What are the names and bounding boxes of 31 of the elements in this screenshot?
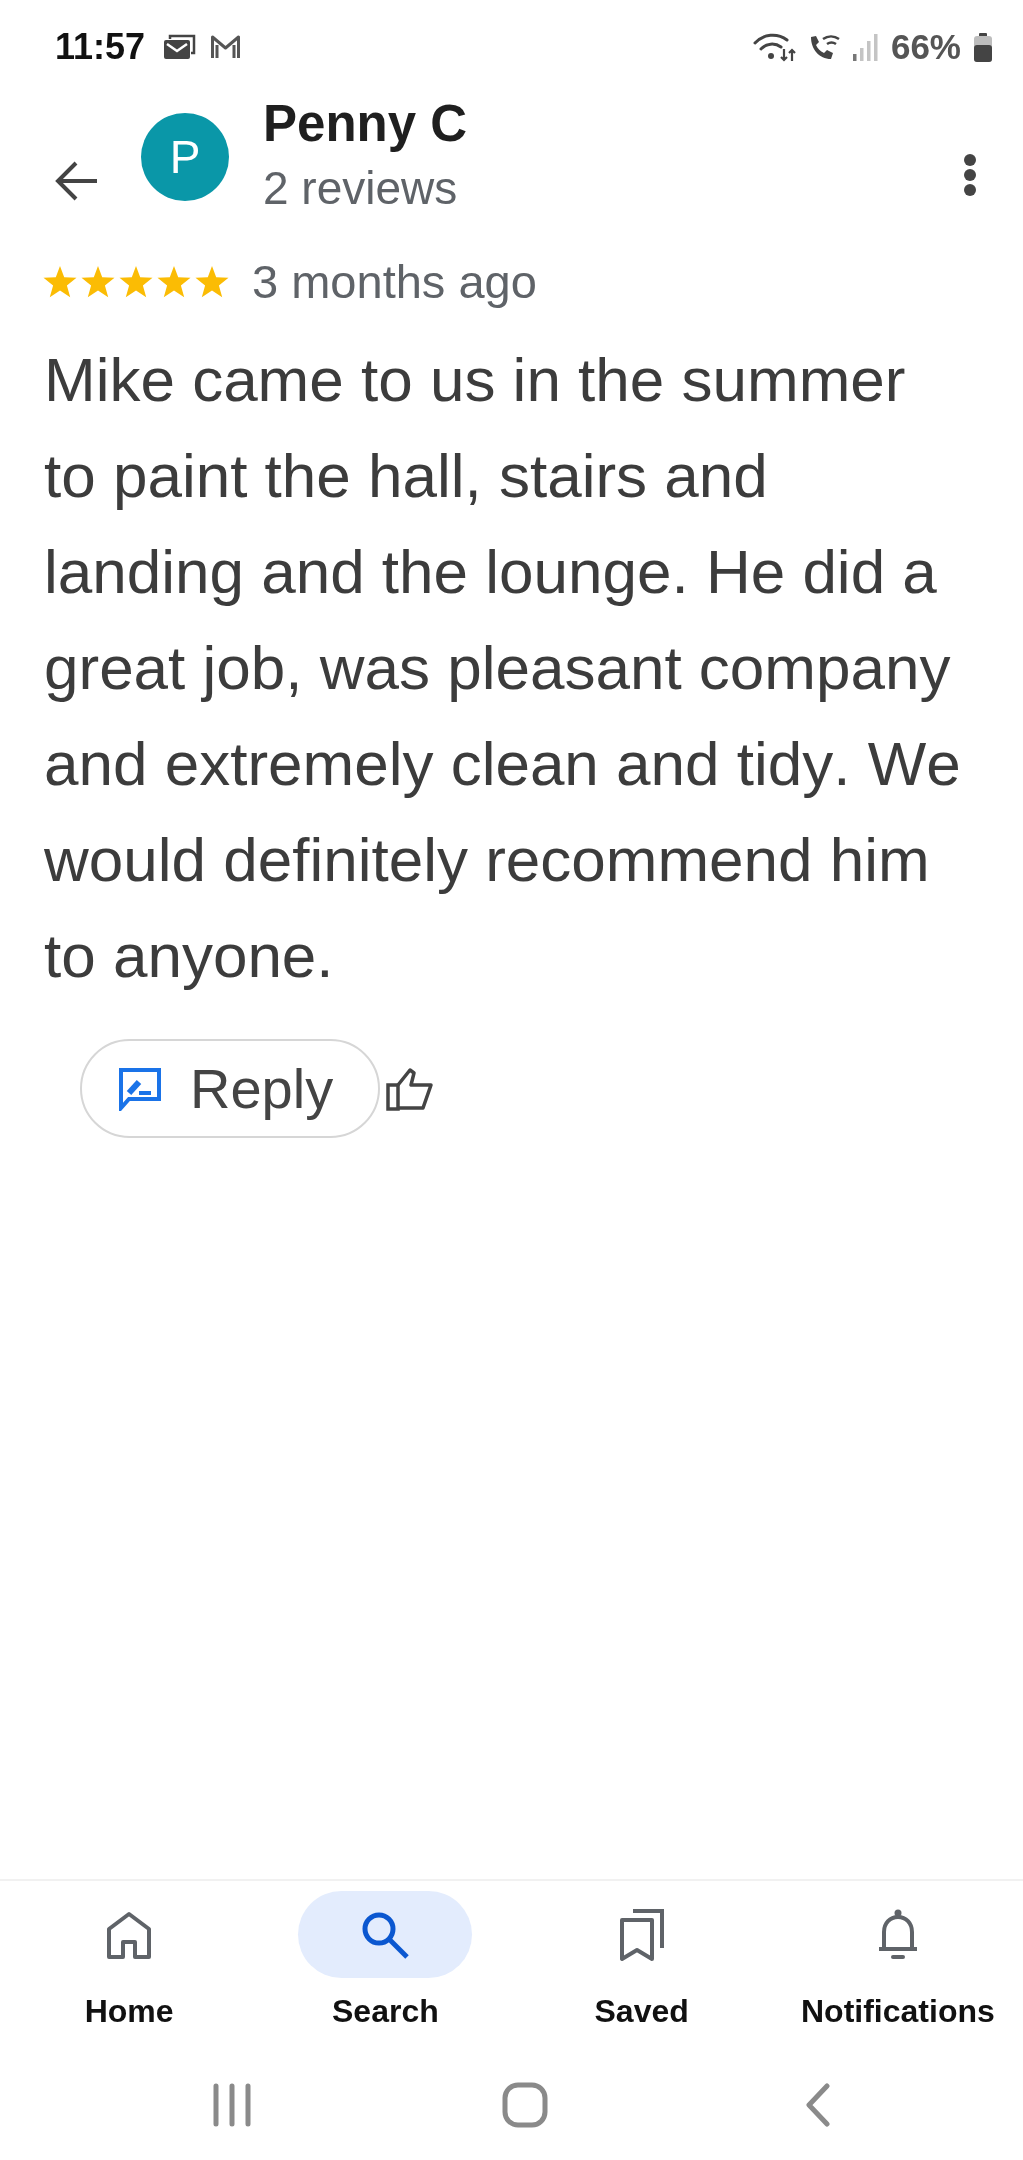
- thumbs-up-icon[interactable]: [386, 1066, 434, 1111]
- letter-m-icon: [210, 34, 242, 60]
- review-text: Mike came to us in the summer to paint the hall, stairs and landing and the lounge. He did a great job, was pleasant company and extremely clean and tidy. We would definitely recommend him to anyone.: [44, 344, 962, 992]
- star-icon: [119, 266, 153, 298]
- back-arrow-icon[interactable]: [55, 160, 99, 202]
- review-count: 2 reviews: [263, 161, 459, 216]
- nav-tab[interactable]: Search: [260, 1891, 511, 2030]
- bookmarks-icon: [618, 1907, 665, 1962]
- more-options-icon[interactable]: [963, 153, 977, 197]
- star-icon: [157, 266, 191, 298]
- battery-icon: [973, 32, 993, 62]
- star-icon: [81, 266, 115, 298]
- nav-tab[interactable]: Notifications: [772, 1891, 1023, 2030]
- avatar: P: [141, 113, 229, 201]
- review-date: 3 months ago: [252, 254, 537, 310]
- mail-icon: [163, 34, 197, 60]
- battery-percent: 66%: [890, 26, 961, 68]
- reply-button[interactable]: Reply: [80, 1039, 380, 1138]
- home-button-icon[interactable]: [501, 2082, 548, 2128]
- back-chevron-icon[interactable]: [804, 2083, 831, 2127]
- nav-tab[interactable]: Home: [4, 1891, 255, 2030]
- home-icon: [106, 1910, 153, 1959]
- wifi-icon: [751, 32, 796, 62]
- star-icon: [43, 266, 77, 298]
- nav-tab[interactable]: Saved: [516, 1891, 767, 2030]
- reviewer-name: Penny C: [263, 94, 468, 154]
- recent-apps-icon[interactable]: [211, 2083, 252, 2127]
- reply-icon: [118, 1066, 162, 1111]
- signal-bars-icon: [851, 33, 879, 61]
- status-time: 11:57: [55, 26, 146, 68]
- star-icon: [195, 266, 229, 298]
